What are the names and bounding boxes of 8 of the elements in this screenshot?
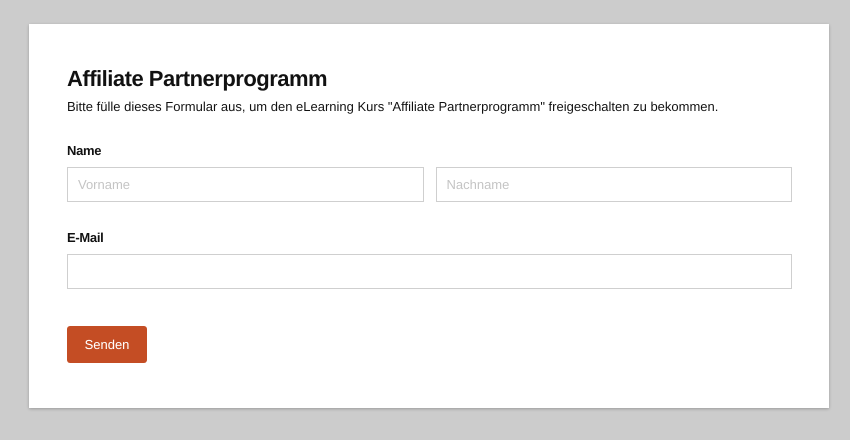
form-description: Bitte fülle dieses Formular aus, um den eLearning Kurs "Affiliate Partnerprogramm" freigeschalten zu bekommen.: [67, 98, 718, 116]
name-input-field[interactable]: Nachname: [436, 167, 792, 202]
name-input-field[interactable]: Vorname: [67, 167, 424, 202]
submit-button[interactable]: Senden: [67, 326, 147, 363]
email-label: E-Mail: [67, 230, 104, 246]
form-title: Affiliate Partnerprogramm: [67, 65, 328, 93]
name-label: Name: [67, 143, 102, 159]
email-input-field[interactable]: [67, 254, 792, 289]
